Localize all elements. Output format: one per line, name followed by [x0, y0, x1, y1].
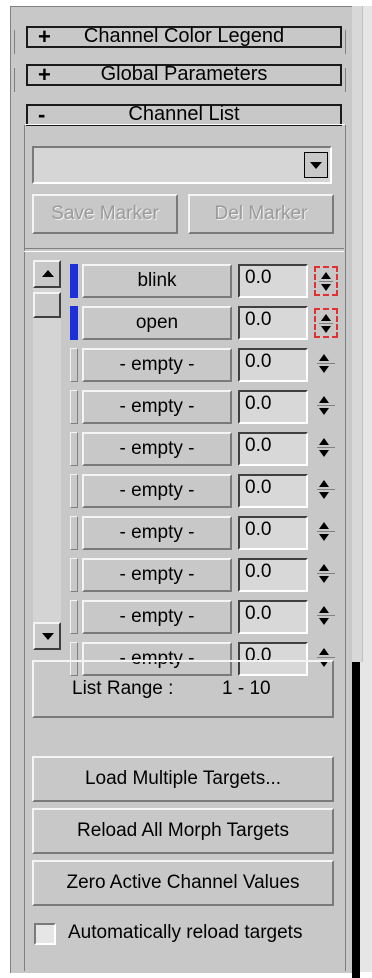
channel-value-field[interactable]: 0.0 [238, 390, 308, 424]
marker-dropdown[interactable] [32, 146, 332, 184]
divider [24, 248, 344, 252]
rollout-title: Global Parameters [100, 63, 268, 85]
channel-row: - empty -0.0 [70, 388, 340, 426]
channel-row: - empty -0.0 [70, 598, 340, 636]
channel-value-field[interactable]: 0.0 [238, 432, 308, 466]
list-range-box: List Range : 1 - 10 [32, 660, 334, 718]
channel-value-field[interactable]: 0.0 [238, 348, 308, 382]
spinner-icon[interactable] [314, 560, 338, 590]
channel-value-field[interactable]: 0.0 [238, 306, 308, 340]
auto-reload-option[interactable]: Automatically reload targets [32, 920, 332, 950]
channel-color-indicator [70, 432, 78, 466]
channel-name-button[interactable]: - empty - [82, 348, 232, 382]
channel-row: - empty -0.0 [70, 430, 340, 468]
channel-row: - empty -0.0 [70, 514, 340, 552]
rollout-global-parameters[interactable]: + Global Parameters [26, 62, 342, 87]
channel-color-indicator [70, 558, 78, 592]
rollout-channel-list[interactable]: - Channel List [26, 102, 342, 127]
spinner-icon[interactable] [314, 308, 338, 338]
spinner-icon[interactable] [314, 266, 338, 296]
spinner-icon[interactable] [314, 434, 338, 464]
channel-name-button[interactable]: - empty - [82, 474, 232, 508]
channel-color-indicator [70, 600, 78, 634]
channel-row: - empty -0.0 [70, 472, 340, 510]
chevron-down-icon[interactable] [304, 152, 328, 178]
rollout-title: Channel List [128, 103, 240, 125]
channel-name-button[interactable]: open [82, 306, 232, 340]
list-range-value: 1 - 10 [222, 678, 271, 699]
channel-name-button[interactable]: - empty - [82, 432, 232, 466]
list-range-label: List Range : [72, 678, 174, 699]
channel-row: open 0.0 [70, 304, 340, 342]
channel-name-button[interactable]: - empty - [82, 558, 232, 592]
channel-color-indicator [70, 306, 78, 340]
scrollbar-thumb[interactable] [33, 292, 61, 318]
channel-value-field[interactable]: 0.0 [238, 474, 308, 508]
save-marker-button[interactable]: Save Marker [32, 194, 178, 234]
spinner-icon[interactable] [314, 392, 338, 422]
del-marker-button[interactable]: Del Marker [188, 194, 334, 234]
channel-name-button[interactable]: - empty - [82, 600, 232, 634]
channel-scrollbar[interactable] [33, 260, 61, 650]
spinner-icon[interactable] [314, 602, 338, 632]
channel-value-field[interactable]: 0.0 [238, 600, 308, 634]
channel-row: blink 0.0 [70, 262, 340, 300]
panel-scrollbar-thumb[interactable] [352, 662, 360, 978]
channel-value-field[interactable]: 0.0 [238, 516, 308, 550]
channel-color-indicator [70, 348, 78, 382]
channel-name-button[interactable]: blink [82, 264, 232, 298]
channel-value-field[interactable]: 0.0 [238, 264, 308, 298]
rollout-title: Channel Color Legend [83, 25, 285, 47]
channel-color-indicator [70, 264, 78, 298]
channel-value-field[interactable]: 0.0 [238, 558, 308, 592]
spinner-icon[interactable] [314, 518, 338, 548]
panel-scrollbar[interactable] [352, 6, 372, 978]
auto-reload-checkbox[interactable] [34, 923, 56, 945]
auto-reload-label: Automatically reload targets [68, 922, 303, 943]
channel-name-button[interactable]: - empty - [82, 516, 232, 550]
panel-scrollbar-track[interactable] [352, 6, 363, 662]
zero-active-channel-values-button[interactable]: Zero Active Channel Values [32, 860, 334, 906]
channel-color-indicator [70, 474, 78, 508]
channel-color-indicator [70, 516, 78, 550]
channel-color-indicator [70, 390, 78, 424]
spinner-icon[interactable] [314, 350, 338, 380]
channel-row: - empty -0.0 [70, 346, 340, 384]
channel-row: - empty -0.0 [70, 556, 340, 594]
reload-all-morph-targets-button[interactable]: Reload All Morph Targets [32, 808, 334, 854]
scroll-up-icon[interactable] [33, 260, 61, 288]
scroll-down-icon[interactable] [33, 622, 61, 650]
load-multiple-targets-button[interactable]: Load Multiple Targets... [32, 756, 334, 802]
rollout-channel-color-legend[interactable]: + Channel Color Legend [26, 24, 342, 49]
spinner-icon[interactable] [314, 476, 338, 506]
channel-name-button[interactable]: - empty - [82, 390, 232, 424]
